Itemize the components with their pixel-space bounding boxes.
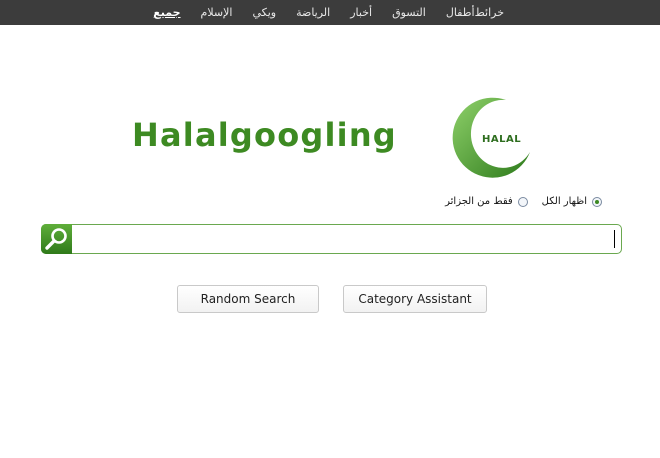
site-logo: Halalgoogling HALAL	[132, 96, 542, 178]
search-input[interactable]	[72, 225, 620, 255]
nav-item-sports[interactable]: الرياضة	[296, 6, 330, 19]
radio-show-all-label: اظهار الكل	[541, 196, 587, 207]
top-nav: جميع الإسلام ويكي الرياضة أخبار التسوق أ…	[133, 0, 504, 25]
search-icon	[45, 228, 67, 250]
radio-algeria-only-label: فقط من الجزائر	[445, 196, 513, 207]
nav-item-islam[interactable]: الإسلام	[201, 6, 233, 19]
top-nav-bar: جميع الإسلام ويكي الرياضة أخبار التسوق أ…	[0, 0, 660, 25]
search-button[interactable]	[41, 224, 72, 254]
search-box	[41, 224, 622, 255]
nav-item-wiki[interactable]: ويكي	[252, 6, 276, 19]
radio-show-all[interactable]	[592, 196, 602, 207]
logo-badge: HALAL	[482, 134, 522, 145]
category-assistant-button[interactable]: Category Assistant	[343, 285, 487, 313]
nav-item-all[interactable]: جميع	[153, 6, 180, 19]
radio-algeria-only[interactable]	[517, 196, 528, 207]
random-search-button[interactable]: Random Search	[177, 285, 319, 313]
nav-item-shopping[interactable]: التسوق	[392, 6, 426, 19]
text-cursor	[614, 230, 615, 248]
logo-text: Halalgoogling	[132, 116, 397, 154]
nav-item-news[interactable]: أخبار	[350, 6, 372, 19]
search-scope: اظهار الكل فقط من الجزائر	[445, 196, 602, 207]
nav-item-kids[interactable]: أطفال	[446, 6, 475, 19]
nav-item-maps[interactable]: خرائط	[475, 6, 504, 19]
